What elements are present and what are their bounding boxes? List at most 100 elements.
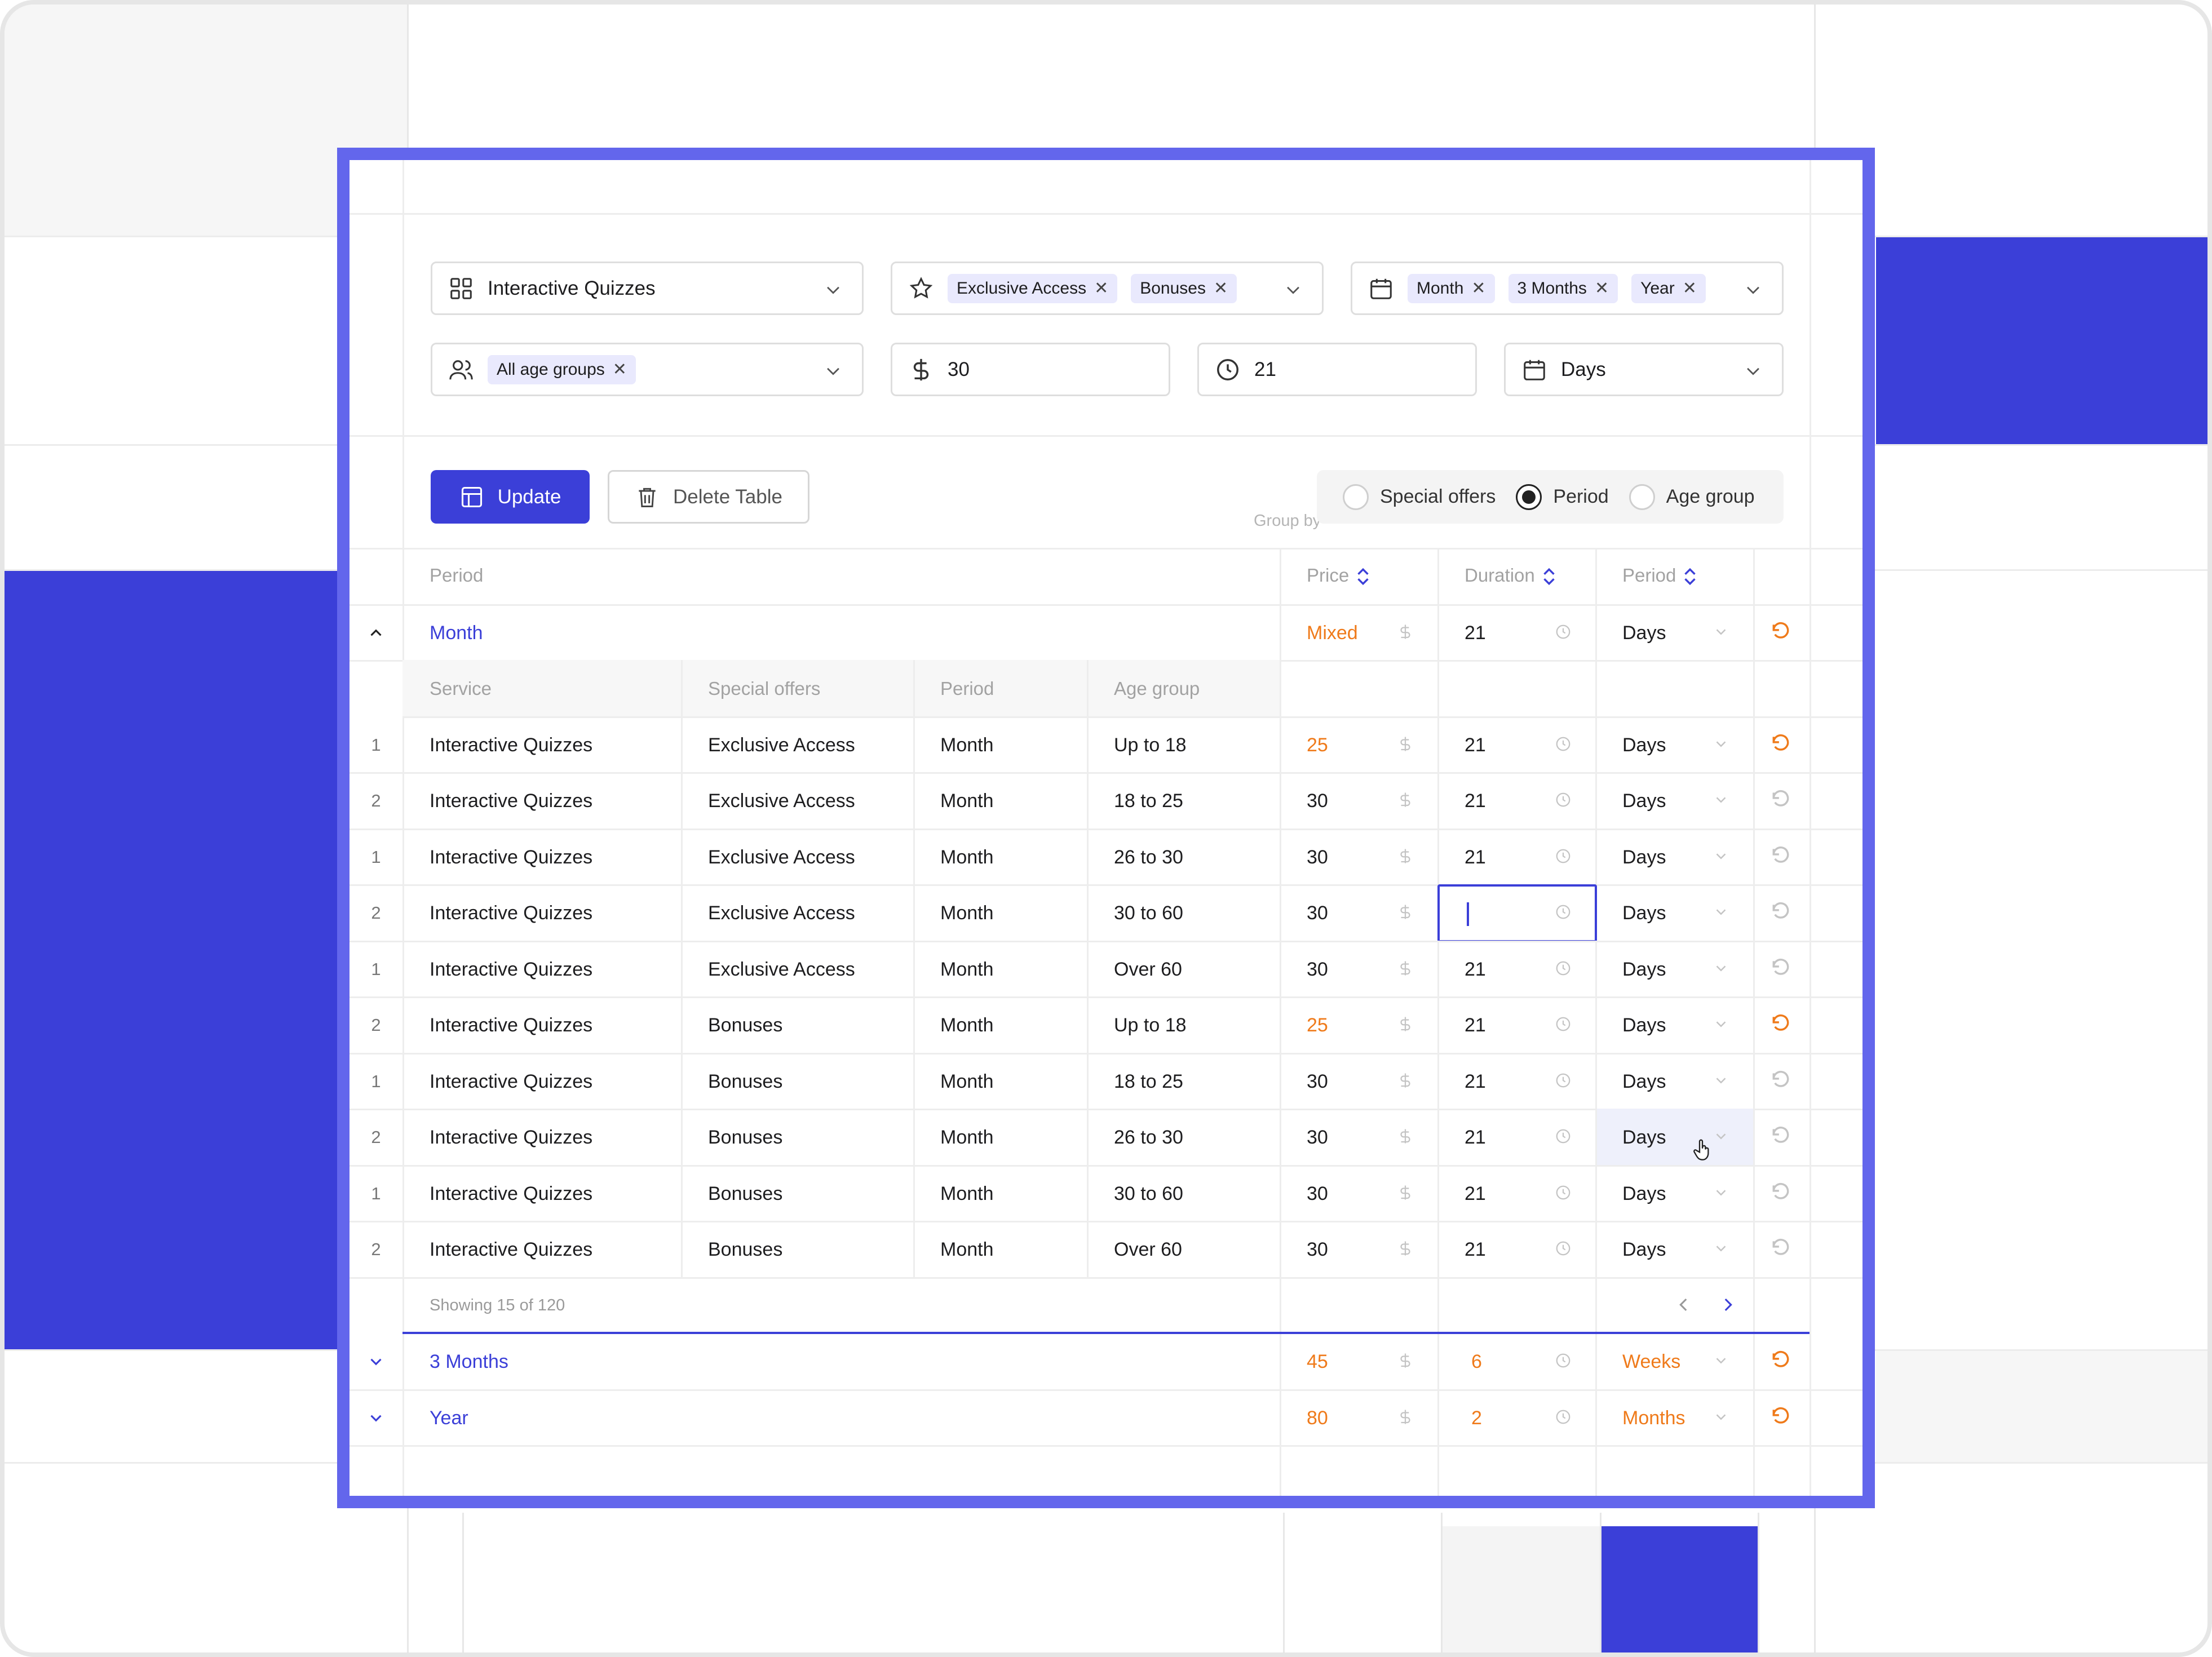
prev-page-icon[interactable]: [1674, 1295, 1693, 1314]
group-option-special-offers[interactable]: Special offers: [1343, 484, 1496, 510]
cell-unit[interactable]: Days: [1622, 1014, 1666, 1036]
special-offers-select[interactable]: Exclusive Access ✕ Bonuses ✕: [891, 262, 1324, 315]
col-header-price[interactable]: Price: [1307, 565, 1370, 586]
expand-chevron-icon[interactable]: [366, 1352, 386, 1371]
reset-icon[interactable]: [1770, 1406, 1791, 1428]
sort-icon[interactable]: [1542, 567, 1556, 586]
sort-icon[interactable]: [1356, 567, 1370, 586]
group-price[interactable]: 80: [1307, 1407, 1328, 1429]
cell-duration[interactable]: 21: [1465, 1183, 1486, 1205]
cell-unit[interactable]: Days: [1622, 1071, 1666, 1093]
group-duration[interactable]: 6: [1471, 1351, 1482, 1373]
table-gridline: [350, 1445, 1862, 1447]
chevron-down-icon: [1716, 853, 1726, 859]
table-gridline: [1595, 548, 1597, 1496]
group-option-period[interactable]: Period: [1516, 484, 1609, 510]
group-price[interactable]: Mixed: [1307, 622, 1358, 644]
group-price[interactable]: 45: [1307, 1351, 1328, 1373]
radio-icon: [1629, 484, 1655, 510]
cell-price[interactable]: 25: [1307, 1014, 1328, 1036]
reset-icon[interactable]: [1770, 845, 1791, 867]
cell-duration[interactable]: 21: [1465, 1071, 1486, 1093]
cell-duration[interactable]: 21: [1465, 790, 1486, 812]
duration-input[interactable]: 21: [1197, 343, 1477, 396]
col-header-duration[interactable]: Duration: [1465, 565, 1556, 586]
collapse-chevron-icon[interactable]: [366, 623, 386, 643]
reset-icon[interactable]: [1770, 1013, 1791, 1035]
group-duration[interactable]: 21: [1465, 622, 1486, 644]
cell-duration[interactable]: 21: [1465, 734, 1486, 756]
cell-price[interactable]: 30: [1307, 790, 1328, 812]
reset-icon[interactable]: [1770, 1350, 1791, 1371]
cell-period: Month: [940, 1239, 994, 1260]
reset-icon[interactable]: [1770, 621, 1791, 643]
expand-chevron-icon[interactable]: [366, 1408, 386, 1428]
unit-select[interactable]: Days: [1504, 343, 1784, 396]
delete-table-button[interactable]: Delete Table: [608, 470, 809, 524]
cell-price[interactable]: 30: [1307, 1183, 1328, 1205]
group-unit[interactable]: Days: [1622, 622, 1666, 644]
reset-icon[interactable]: [1770, 789, 1791, 810]
update-button[interactable]: Update: [431, 470, 590, 524]
bg-block-left-blue: [5, 570, 348, 1350]
cell-price[interactable]: 30: [1307, 1071, 1328, 1093]
cell-unit[interactable]: Days: [1622, 1183, 1666, 1205]
cell-period: Month: [940, 958, 994, 980]
age-chip: All age groups ✕: [488, 355, 636, 384]
table-gridline: [350, 884, 1862, 886]
reset-icon[interactable]: [1770, 1238, 1791, 1259]
group-option-age-group[interactable]: Age group: [1629, 484, 1755, 510]
group-option-label: Age group: [1666, 486, 1755, 507]
layout-icon: [461, 486, 482, 507]
cell-unit[interactable]: Days: [1622, 959, 1666, 981]
cell-unit[interactable]: Days: [1622, 734, 1666, 756]
cell-offer: Exclusive Access: [708, 958, 855, 980]
group-unit[interactable]: Weeks: [1622, 1351, 1680, 1373]
service-select[interactable]: Interactive Quizzes: [431, 262, 864, 315]
col-header-period-unit[interactable]: Period: [1622, 565, 1697, 586]
cell-price[interactable]: 30: [1307, 1239, 1328, 1261]
remove-chip-icon[interactable]: ✕: [1471, 278, 1485, 298]
group-duration[interactable]: 2: [1471, 1407, 1482, 1429]
group-label[interactable]: Month: [430, 622, 483, 644]
sort-icon[interactable]: [1683, 567, 1697, 586]
reset-icon[interactable]: [1770, 958, 1791, 979]
cell-price[interactable]: 30: [1307, 1127, 1328, 1149]
group-label[interactable]: Year: [430, 1407, 468, 1429]
reset-icon[interactable]: [1770, 901, 1791, 923]
cell-unit[interactable]: Days: [1622, 1127, 1666, 1149]
cell-price[interactable]: 30: [1307, 847, 1328, 869]
reset-icon[interactable]: [1770, 1126, 1791, 1147]
cell-duration[interactable]: 21: [1465, 959, 1486, 981]
cell-duration[interactable]: 21: [1465, 1239, 1486, 1261]
users-icon: [449, 360, 473, 379]
remove-chip-icon[interactable]: ✕: [1214, 278, 1228, 298]
reset-icon[interactable]: [1770, 1070, 1791, 1091]
cell-duration[interactable]: 21: [1465, 847, 1486, 869]
cell-unit[interactable]: Days: [1622, 790, 1666, 812]
table-gridline: [350, 996, 1862, 998]
cell-unit[interactable]: Days: [1622, 1239, 1666, 1261]
service-value: Interactive Quizzes: [488, 277, 656, 299]
age-group-select[interactable]: All age groups ✕: [431, 343, 864, 396]
remove-chip-icon[interactable]: ✕: [613, 360, 627, 379]
remove-chip-icon[interactable]: ✕: [1094, 278, 1108, 298]
cell-duration[interactable]: 21: [1465, 1127, 1486, 1149]
cell-price[interactable]: 25: [1307, 734, 1328, 756]
reset-icon[interactable]: [1770, 1182, 1791, 1203]
group-unit[interactable]: Months: [1622, 1407, 1685, 1429]
cell-price[interactable]: 30: [1307, 959, 1328, 981]
next-page-icon[interactable]: [1718, 1295, 1737, 1314]
remove-chip-icon[interactable]: ✕: [1595, 278, 1609, 298]
bg-gridline: [1441, 1513, 1443, 1652]
period-select[interactable]: Month ✕ 3 Months ✕ Year ✕: [1351, 262, 1784, 315]
cell-unit[interactable]: Days: [1622, 847, 1666, 869]
duration-edit-input[interactable]: [1437, 884, 1597, 942]
reset-icon[interactable]: [1770, 733, 1791, 755]
remove-chip-icon[interactable]: ✕: [1683, 278, 1697, 298]
cell-duration[interactable]: 21: [1465, 1014, 1486, 1036]
cell-unit[interactable]: Days: [1622, 902, 1666, 924]
cell-price[interactable]: 30: [1307, 902, 1328, 924]
group-label[interactable]: 3 Months: [430, 1351, 508, 1373]
price-input[interactable]: 30: [891, 343, 1170, 396]
